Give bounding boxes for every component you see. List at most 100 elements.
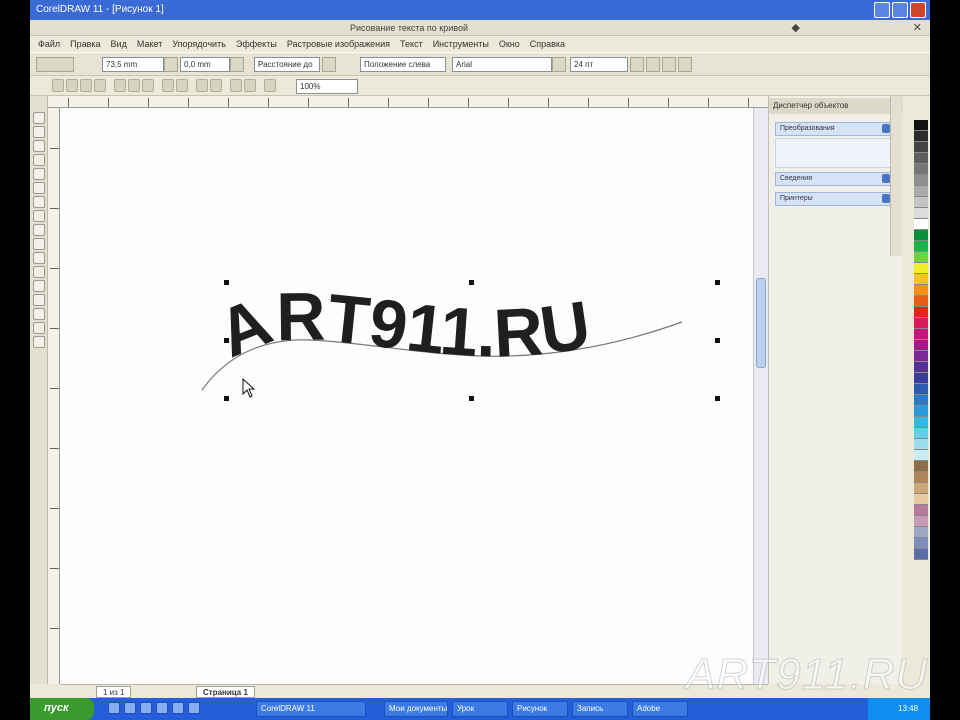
palette-swatch[interactable] bbox=[914, 417, 928, 428]
zoom-level[interactable]: 100% bbox=[296, 79, 358, 94]
quicklaunch-icon[interactable] bbox=[188, 702, 200, 714]
palette-swatch[interactable] bbox=[914, 241, 928, 252]
palette-swatch[interactable] bbox=[914, 461, 928, 472]
format-icon[interactable] bbox=[662, 57, 676, 72]
new-icon[interactable] bbox=[52, 79, 64, 92]
knife-tool-icon[interactable] bbox=[33, 140, 45, 152]
palette-swatch[interactable] bbox=[914, 186, 928, 197]
palette-swatch[interactable] bbox=[914, 527, 928, 538]
mesh-fill-icon[interactable] bbox=[33, 336, 45, 348]
ellipse-tool-icon[interactable] bbox=[33, 210, 45, 222]
quicklaunch-icon[interactable] bbox=[140, 702, 152, 714]
maximize-button[interactable] bbox=[892, 2, 908, 18]
palette-swatch[interactable] bbox=[914, 219, 928, 230]
selection-handle[interactable] bbox=[715, 280, 720, 285]
palette-swatch[interactable] bbox=[914, 153, 928, 164]
paste-icon[interactable] bbox=[142, 79, 154, 92]
task-button[interactable]: Adobe bbox=[632, 701, 688, 717]
zoom-icon[interactable] bbox=[264, 79, 276, 92]
palette-swatch[interactable] bbox=[914, 263, 928, 274]
pick-tool-icon[interactable] bbox=[33, 112, 45, 124]
restore-icon[interactable]: ◆ bbox=[792, 21, 800, 34]
palette-swatch[interactable] bbox=[914, 230, 928, 241]
selection-handle[interactable] bbox=[715, 338, 720, 343]
palette-swatch[interactable] bbox=[914, 549, 928, 560]
artistic-media-icon[interactable] bbox=[33, 182, 45, 194]
placement-field[interactable]: Положение слева bbox=[360, 57, 446, 72]
palette-swatch[interactable] bbox=[914, 505, 928, 516]
text-tool-icon[interactable] bbox=[33, 252, 45, 264]
italic-icon[interactable] bbox=[646, 57, 660, 72]
save-icon[interactable] bbox=[80, 79, 92, 92]
palette-swatch[interactable] bbox=[914, 131, 928, 142]
palette-swatch[interactable] bbox=[914, 384, 928, 395]
palette-swatch[interactable] bbox=[914, 351, 928, 362]
menu-item[interactable]: Справка bbox=[530, 39, 565, 49]
width-spin-icon[interactable] bbox=[164, 57, 178, 72]
palette-swatch[interactable] bbox=[914, 285, 928, 296]
distance-field[interactable]: Расстояние до bbox=[254, 57, 320, 72]
docker-section[interactable]: Преобразования bbox=[775, 122, 893, 136]
palette-swatch[interactable] bbox=[914, 538, 928, 549]
expand-icon[interactable] bbox=[882, 124, 890, 133]
menu-item[interactable]: Растровые изображения bbox=[287, 39, 390, 49]
outline-tool-icon[interactable] bbox=[33, 294, 45, 306]
palette-swatch[interactable] bbox=[914, 373, 928, 384]
basic-shapes-icon[interactable] bbox=[33, 238, 45, 250]
drawing-canvas[interactable]: ART911.RU bbox=[60, 108, 768, 684]
import-icon[interactable] bbox=[196, 79, 208, 92]
palette-swatch[interactable] bbox=[914, 142, 928, 153]
font-size-field[interactable]: 24 пт bbox=[570, 57, 628, 72]
rectangle-tool-icon[interactable] bbox=[33, 196, 45, 208]
launcher-icon[interactable] bbox=[230, 79, 242, 92]
page-tab[interactable]: Страница 1 bbox=[196, 686, 255, 698]
offset-field[interactable]: 0,0 mm bbox=[180, 57, 230, 72]
palette-swatch[interactable] bbox=[914, 428, 928, 439]
corel-online-icon[interactable] bbox=[244, 79, 256, 92]
docker-tabs[interactable] bbox=[890, 96, 902, 256]
menu-item[interactable]: Эффекты bbox=[236, 39, 277, 49]
palette-swatch[interactable] bbox=[914, 439, 928, 450]
menu-item[interactable]: Окно bbox=[499, 39, 520, 49]
docker-section[interactable]: Принтеры bbox=[775, 192, 893, 206]
palette-swatch[interactable] bbox=[914, 307, 928, 318]
task-button[interactable]: Урок bbox=[452, 701, 508, 717]
palette-swatch[interactable] bbox=[914, 472, 928, 483]
palette-swatch[interactable] bbox=[914, 175, 928, 186]
quicklaunch-icon[interactable] bbox=[172, 702, 184, 714]
eyedropper-icon[interactable] bbox=[33, 280, 45, 292]
offset-spin-icon[interactable] bbox=[230, 57, 244, 72]
selection-handle[interactable] bbox=[224, 396, 229, 401]
palette-swatch[interactable] bbox=[914, 296, 928, 307]
palette-swatch[interactable] bbox=[914, 329, 928, 340]
palette-swatch[interactable] bbox=[914, 483, 928, 494]
minimize-button[interactable] bbox=[874, 2, 890, 18]
task-button[interactable]: Мои документы bbox=[384, 701, 448, 717]
open-icon[interactable] bbox=[66, 79, 78, 92]
palette-swatch[interactable] bbox=[914, 197, 928, 208]
selection-handle[interactable] bbox=[469, 280, 474, 285]
cut-icon[interactable] bbox=[114, 79, 126, 92]
export-icon[interactable] bbox=[210, 79, 222, 92]
palette-swatch[interactable] bbox=[914, 120, 928, 131]
selection-handle[interactable] bbox=[469, 396, 474, 401]
edit-text-icon[interactable] bbox=[678, 57, 692, 72]
palette-swatch[interactable] bbox=[914, 318, 928, 329]
interactive-fill-icon[interactable] bbox=[33, 322, 45, 334]
shape-tool-icon[interactable] bbox=[33, 126, 45, 138]
task-button[interactable]: Запись bbox=[572, 701, 628, 717]
interactive-blend-icon[interactable] bbox=[33, 266, 45, 278]
vertical-scrollbar[interactable] bbox=[753, 108, 768, 684]
mirror-icon[interactable] bbox=[322, 57, 336, 72]
fill-tool-icon[interactable] bbox=[33, 308, 45, 320]
scrollbar-thumb[interactable] bbox=[756, 278, 766, 368]
freehand-tool-icon[interactable] bbox=[33, 168, 45, 180]
preset-icon[interactable] bbox=[36, 57, 74, 72]
menu-item[interactable]: Вид bbox=[111, 39, 127, 49]
palette-swatch[interactable] bbox=[914, 406, 928, 417]
docker-section[interactable]: Сведения bbox=[775, 172, 893, 186]
menu-item[interactable]: Файл bbox=[38, 39, 60, 49]
font-list[interactable]: Arial bbox=[452, 57, 552, 72]
palette-swatch[interactable] bbox=[914, 164, 928, 175]
bold-icon[interactable] bbox=[630, 57, 644, 72]
